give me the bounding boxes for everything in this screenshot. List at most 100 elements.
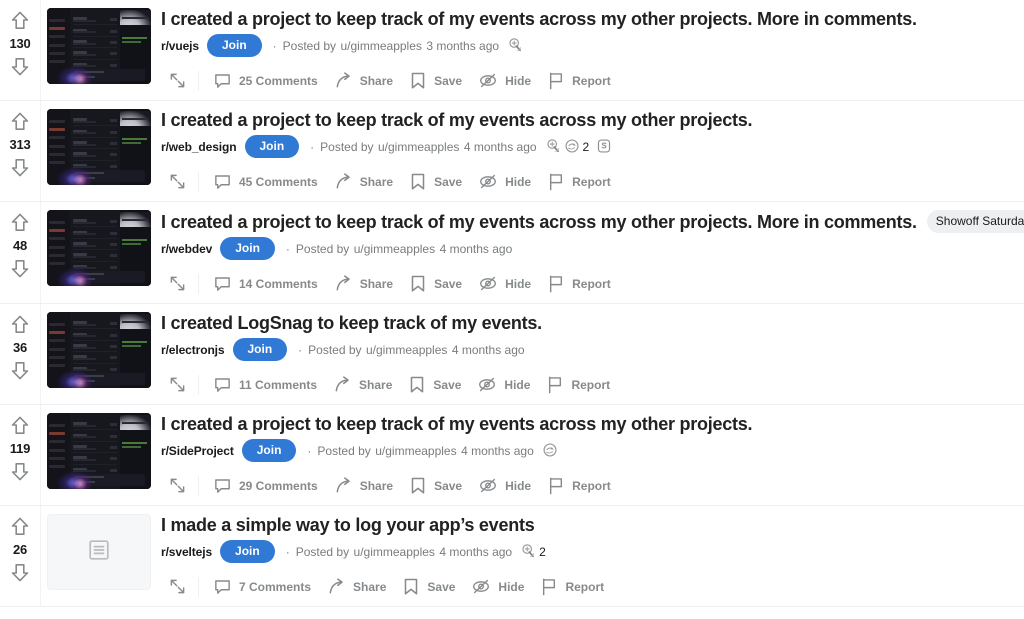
s-badge-award-icon[interactable] [596, 138, 612, 156]
post-actions-row: 29 Comments Share Save Hide Report [161, 472, 1016, 499]
post-item[interactable]: 26 I made a simple way to log your app’s… [0, 506, 1024, 607]
share-button[interactable]: Share [326, 472, 401, 499]
upvote-arrow-icon[interactable] [8, 414, 32, 438]
post-meta-row: r/sveltejs Join · Posted by u/gimmeapple… [161, 540, 1016, 563]
post-thumbnail[interactable] [47, 210, 151, 286]
join-button[interactable]: Join [220, 540, 275, 563]
share-button[interactable]: Share [319, 573, 394, 600]
circle-award-icon[interactable] [564, 138, 580, 156]
join-button[interactable]: Join [232, 338, 288, 361]
subreddit-link[interactable]: r/SideProject [161, 444, 234, 458]
downvote-arrow-icon[interactable] [8, 560, 32, 584]
post-thumbnail[interactable] [47, 413, 151, 489]
expand-button[interactable] [161, 372, 196, 397]
comments-label: 11 Comments [239, 377, 318, 392]
post-title[interactable]: I created a project to keep track of my … [161, 211, 917, 233]
circle-award-icon[interactable] [542, 442, 558, 460]
report-button[interactable]: Report [539, 67, 619, 94]
save-button[interactable]: Save [401, 168, 470, 195]
share-label: Share [359, 478, 394, 493]
subreddit-link[interactable]: r/electronjs [161, 343, 225, 357]
author-link[interactable]: u/gimmeapples [341, 39, 422, 53]
downvote-arrow-icon[interactable] [8, 459, 32, 483]
expand-button[interactable] [161, 271, 196, 296]
flag-icon [540, 577, 558, 596]
hide-button[interactable]: Hide [463, 573, 532, 600]
hide-button[interactable]: Hide [470, 67, 539, 94]
subreddit-link[interactable]: r/webdev [161, 242, 212, 256]
save-button[interactable]: Save [401, 270, 470, 297]
post-item[interactable]: 119 I created a project to keep track of… [0, 405, 1024, 506]
report-button[interactable]: Report [539, 472, 619, 499]
report-button[interactable]: Report [539, 168, 619, 195]
save-button[interactable]: Save [401, 67, 470, 94]
join-button[interactable]: Join [207, 34, 262, 57]
silver-award-icon[interactable] [507, 37, 523, 55]
upvote-arrow-icon[interactable] [8, 110, 32, 134]
comments-button[interactable]: 45 Comments [205, 168, 326, 195]
post-thumbnail[interactable] [47, 109, 151, 185]
report-button[interactable]: Report [532, 573, 612, 600]
post-flair-badge[interactable]: Showoff Saturday [926, 210, 1024, 233]
join-button[interactable]: Join [244, 135, 300, 158]
post-title[interactable]: I created LogSnag to keep track of my ev… [161, 312, 542, 334]
post-thumbnail[interactable] [47, 514, 151, 590]
save-label: Save [434, 174, 463, 189]
hide-button[interactable]: Hide [470, 270, 539, 297]
comments-button[interactable]: 14 Comments [205, 270, 326, 297]
share-button[interactable]: Share [326, 270, 401, 297]
author-link[interactable]: u/gimmeapples [375, 444, 456, 458]
post-thumbnail[interactable] [47, 312, 151, 388]
subreddit-link[interactable]: r/sveltejs [161, 545, 212, 559]
post-title[interactable]: I created a project to keep track of my … [161, 413, 753, 435]
share-button[interactable]: Share [326, 168, 401, 195]
report-button[interactable]: Report [539, 270, 619, 297]
expand-button[interactable] [161, 68, 196, 93]
downvote-arrow-icon[interactable] [8, 358, 32, 382]
post-item[interactable]: 313 I created a project to keep track of… [0, 101, 1024, 202]
post-item[interactable]: 36 I created LogSnag to keep track of my… [0, 304, 1024, 405]
downvote-arrow-icon[interactable] [8, 256, 32, 280]
subreddit-link[interactable]: r/vuejs [161, 39, 199, 53]
author-link[interactable]: u/gimmeapples [378, 140, 459, 154]
join-button[interactable]: Join [241, 439, 297, 462]
post-thumbnail[interactable] [47, 8, 151, 84]
expand-button[interactable] [161, 169, 196, 194]
hide-button[interactable]: Hide [470, 472, 539, 499]
author-link[interactable]: u/gimmeapples [354, 242, 435, 256]
post-title[interactable]: I created a project to keep track of my … [161, 8, 917, 30]
comments-button[interactable]: 25 Comments [205, 67, 326, 94]
post-title[interactable]: I made a simple way to log your app’s ev… [161, 514, 535, 536]
hide-button[interactable]: Hide [470, 168, 539, 195]
post-title[interactable]: I created a project to keep track of my … [161, 109, 753, 131]
comments-button[interactable]: 11 Comments [205, 371, 325, 398]
comments-button[interactable]: 29 Comments [205, 472, 326, 499]
upvote-arrow-icon[interactable] [8, 313, 32, 337]
upvote-arrow-icon[interactable] [8, 211, 32, 235]
save-button[interactable]: Save [400, 371, 469, 398]
eye-slash-icon [478, 274, 498, 293]
post-body: I made a simple way to log your app’s ev… [153, 506, 1024, 606]
hide-button[interactable]: Hide [469, 371, 538, 398]
author-link[interactable]: u/gimmeapples [366, 343, 447, 357]
join-button[interactable]: Join [220, 237, 275, 260]
post-item[interactable]: 48 I created a project to keep track of … [0, 202, 1024, 304]
silver-award-icon[interactable] [520, 543, 536, 561]
share-button[interactable]: Share [325, 371, 400, 398]
subreddit-link[interactable]: r/web_design [161, 140, 237, 154]
upvote-arrow-icon[interactable] [8, 515, 32, 539]
save-button[interactable]: Save [401, 472, 470, 499]
comments-button[interactable]: 7 Comments [205, 573, 319, 600]
author-link[interactable]: u/gimmeapples [354, 545, 435, 559]
downvote-arrow-icon[interactable] [8, 54, 32, 78]
upvote-arrow-icon[interactable] [8, 9, 32, 33]
save-button[interactable]: Save [394, 573, 463, 600]
share-button[interactable]: Share [326, 67, 401, 94]
save-label: Save [433, 377, 462, 392]
report-button[interactable]: Report [538, 371, 618, 398]
downvote-arrow-icon[interactable] [8, 155, 32, 179]
expand-button[interactable] [161, 473, 196, 498]
expand-button[interactable] [161, 574, 196, 599]
post-item[interactable]: 130 I created a project to keep track of… [0, 0, 1024, 101]
silver-award-icon[interactable] [545, 138, 561, 156]
